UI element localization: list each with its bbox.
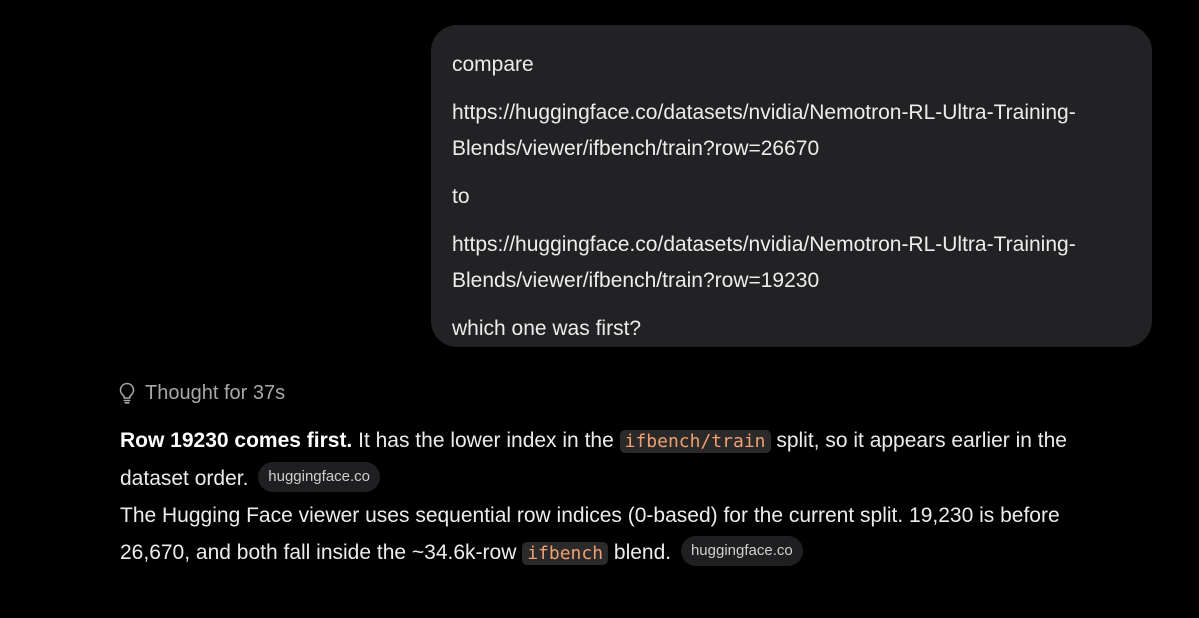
user-message-line: to	[452, 185, 470, 208]
assistant-response: Row 19230 comes first. It has the lower …	[120, 422, 1130, 572]
response-text: blend.	[608, 541, 672, 564]
thought-toggle[interactable]: Thought for 37s	[117, 378, 285, 408]
inline-code: ifbench	[522, 542, 609, 565]
source-citation-pill[interactable]: huggingface.co	[258, 462, 381, 493]
user-message-question: which one was first?	[452, 317, 642, 340]
response-paragraph: The Hugging Face viewer uses sequential …	[120, 497, 1130, 572]
source-citation-pill[interactable]: huggingface.co	[680, 536, 803, 567]
response-bold-answer: Row 19230 comes first.	[120, 429, 353, 452]
user-message-url: https://huggingface.co/datasets/nvidia/N…	[452, 227, 1130, 299]
url-first-part: https://huggingface.co/datasets/nvidia/N…	[452, 233, 1076, 256]
response-paragraph: Row 19230 comes first. It has the lower …	[120, 422, 1130, 497]
user-message-line: compare	[452, 53, 534, 76]
response-text: It has the lower index in the	[352, 429, 620, 452]
inline-code: ifbench/train	[619, 430, 771, 453]
user-message-bubble: compare https://huggingface.co/datasets/…	[431, 25, 1152, 347]
url-second-part: Blends/viewer/ifbench/train?row=26670	[452, 137, 820, 160]
url-first-part: https://huggingface.co/datasets/nvidia/N…	[452, 101, 1076, 124]
lightbulb-icon	[117, 381, 137, 405]
thought-label: Thought for 37s	[145, 381, 286, 404]
user-message-url: https://huggingface.co/datasets/nvidia/N…	[452, 95, 1130, 167]
url-second-part: Blends/viewer/ifbench/train?row=19230	[452, 269, 820, 292]
